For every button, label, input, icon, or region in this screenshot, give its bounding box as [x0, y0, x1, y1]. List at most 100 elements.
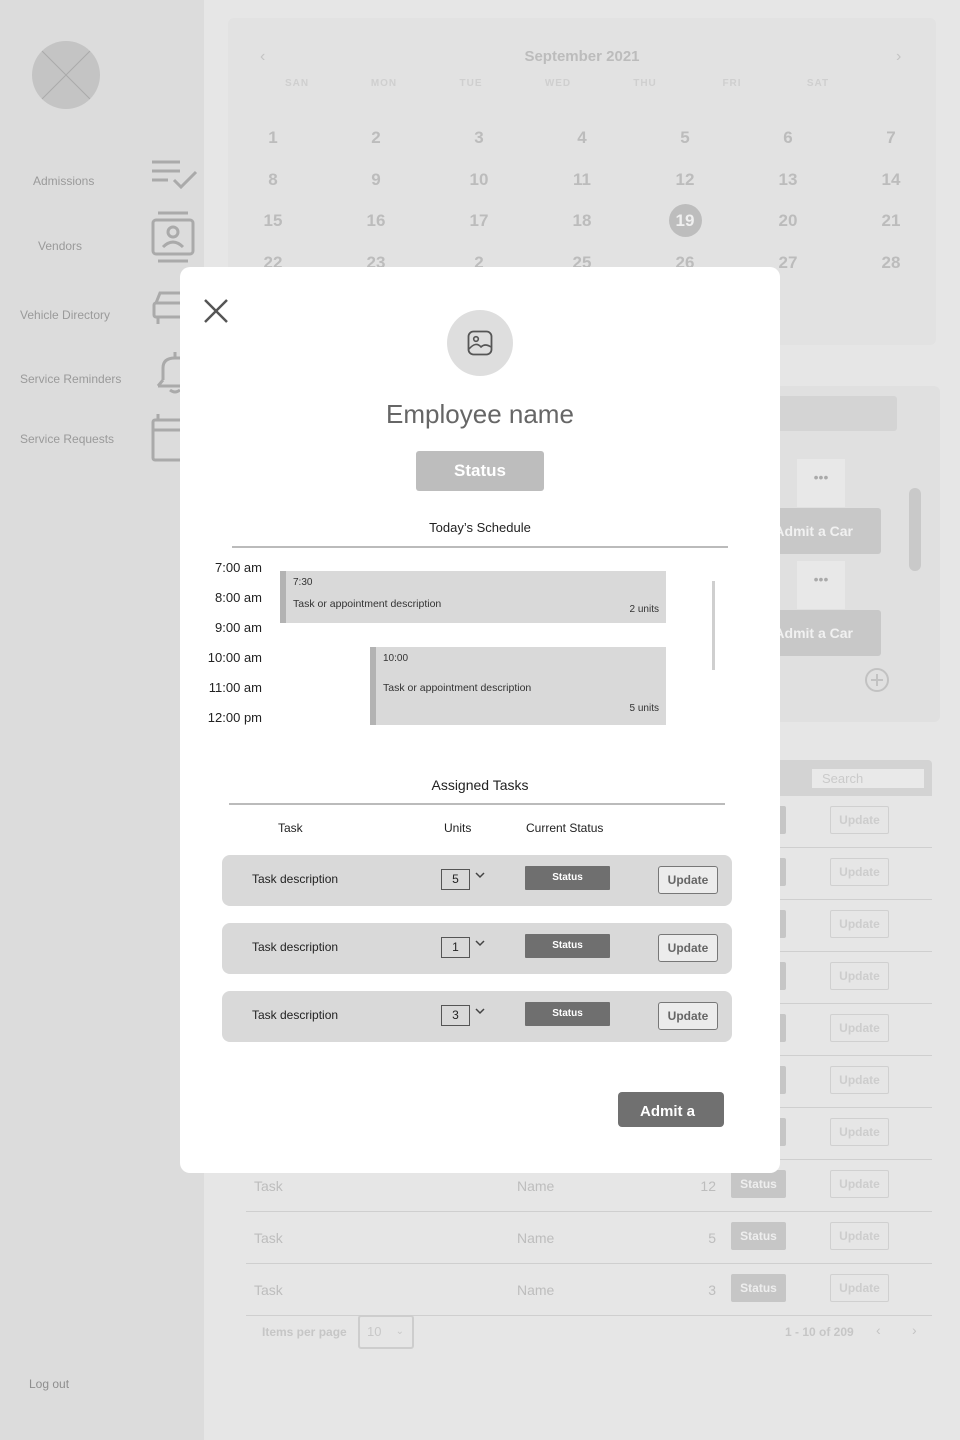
sidebar-item-vendors[interactable]: Vendors: [0, 211, 204, 275]
image-icon: [467, 330, 493, 356]
calendar-day[interactable]: 21: [871, 211, 911, 231]
update-button[interactable]: Update: [830, 1222, 889, 1250]
calendar-day[interactable]: 4: [562, 128, 602, 148]
sidebar-item-label: Admissions: [33, 174, 95, 188]
calendar-day[interactable]: 17: [459, 211, 499, 231]
name-cell: Name: [517, 1282, 555, 1298]
calendar-day[interactable]: 9: [356, 170, 396, 190]
column-header-status: Current Status: [526, 821, 604, 835]
schedule-time-label: 10:00 am: [207, 650, 262, 665]
calendar-day[interactable]: 20: [768, 211, 808, 231]
column-header-task: Task: [278, 821, 303, 835]
more-options-icon[interactable]: •••: [797, 561, 845, 609]
update-button[interactable]: Update: [830, 962, 889, 990]
column-header-units: Units: [444, 821, 472, 835]
update-button[interactable]: Update: [830, 1170, 889, 1198]
appointment-block[interactable]: 10:00 Task or appointment description 5 …: [370, 647, 666, 725]
update-button[interactable]: Update: [830, 1014, 889, 1042]
calendar-day[interactable]: 28: [871, 253, 911, 273]
calendar-day[interactable]: 15: [253, 211, 293, 231]
more-options-icon[interactable]: •••: [797, 459, 845, 507]
calendar-day[interactable]: 8: [253, 170, 293, 190]
employee-avatar: [447, 310, 513, 376]
items-per-page-label: Items per page: [262, 1325, 347, 1339]
update-button[interactable]: Update: [830, 1066, 889, 1094]
sidebar-item-service-reminders[interactable]: Service Reminders: [0, 350, 204, 410]
calendar-day[interactable]: 14: [871, 170, 911, 190]
schedule-title: Today’s Schedule: [429, 520, 531, 535]
items-per-page-select[interactable]: 10 ⌄: [358, 1315, 414, 1349]
calendar-day[interactable]: 3: [459, 128, 499, 148]
task-status-badge[interactable]: Status: [525, 934, 610, 958]
close-icon[interactable]: [203, 298, 229, 324]
calendar-day[interactable]: 7: [871, 128, 911, 148]
chevron-down-icon[interactable]: [474, 938, 486, 948]
calendar-weekday-label: THU: [633, 78, 657, 89]
update-button[interactable]: Update: [658, 866, 718, 894]
units-select[interactable]: 1: [441, 937, 470, 958]
task-row: Task description 1 Status Update: [222, 923, 732, 974]
sidebar-item-vehicle-directory[interactable]: Vehicle Directory: [0, 285, 204, 345]
calendar-day[interactable]: 2: [356, 128, 396, 148]
status-badge[interactable]: Status: [731, 1222, 786, 1250]
admit-button[interactable]: Admit a: [618, 1092, 724, 1127]
sidebar-item-service-requests[interactable]: Service Requests: [0, 410, 204, 470]
calendar-day[interactable]: 16: [356, 211, 396, 231]
update-button[interactable]: Update: [658, 1002, 718, 1030]
logout-link[interactable]: Log out: [29, 1377, 69, 1391]
appointment-units: 5 units: [629, 703, 659, 714]
employee-status-button[interactable]: Status: [416, 451, 544, 491]
calendar-day[interactable]: 6: [768, 128, 808, 148]
search-input[interactable]: Search: [812, 769, 924, 788]
calendar-day[interactable]: 18: [562, 211, 602, 231]
update-button[interactable]: Update: [830, 1274, 889, 1302]
name-cell: Name: [517, 1178, 555, 1194]
next-page-button[interactable]: ›: [912, 1322, 917, 1338]
schedule-scrollbar[interactable]: [712, 581, 715, 670]
calendar-weekday-label: WED: [544, 78, 572, 89]
units-cell: 5: [708, 1230, 716, 1246]
calendar-next-button[interactable]: ›: [896, 48, 901, 66]
user-avatar[interactable]: [32, 41, 100, 109]
task-description: Task description: [252, 872, 339, 886]
status-badge[interactable]: Status: [731, 1170, 786, 1198]
items-per-page-value: 10: [367, 1324, 382, 1339]
prev-page-button[interactable]: ‹: [876, 1322, 881, 1338]
calendar-day[interactable]: 5: [665, 128, 705, 148]
update-button[interactable]: Update: [830, 910, 889, 938]
update-button[interactable]: Update: [830, 806, 889, 834]
update-button[interactable]: Update: [830, 1118, 889, 1146]
status-badge[interactable]: Status: [731, 1274, 786, 1302]
calendar-weekday-label: MON: [370, 78, 398, 89]
chevron-down-icon[interactable]: [474, 1006, 486, 1016]
units-select[interactable]: 5: [441, 869, 470, 890]
schedule-time-label: 8:00 am: [215, 590, 262, 605]
calendar-day[interactable]: 11: [562, 170, 602, 190]
pagination-info: 1 - 10 of 209: [785, 1325, 854, 1339]
sidebar-item-label: Service Reminders: [20, 372, 122, 386]
schedule-time-label: 12:00 pm: [207, 710, 262, 725]
admit-panel-input[interactable]: [760, 396, 897, 431]
sidebar: Admissions Vendors Vehicle Directory Ser…: [0, 0, 204, 1440]
admit-panel-scrollbar[interactable]: [909, 488, 921, 571]
update-button[interactable]: Update: [830, 858, 889, 886]
update-button[interactable]: Update: [658, 934, 718, 962]
units-select[interactable]: 3: [441, 1005, 470, 1026]
task-status-badge[interactable]: Status: [525, 1002, 610, 1026]
calendar-weekday-label: FRI: [722, 78, 742, 89]
task-row: Task description 5 Status Update: [222, 855, 732, 906]
checklist-icon: [152, 160, 198, 190]
calendar-day[interactable]: 12: [665, 170, 705, 190]
task-cell: Task: [254, 1282, 283, 1298]
calendar-day[interactable]: 1: [253, 128, 293, 148]
appointment-time: 10:00: [383, 653, 409, 664]
calendar-day[interactable]: 19: [665, 211, 705, 231]
chevron-down-icon[interactable]: [474, 870, 486, 880]
calendar-day[interactable]: 13: [768, 170, 808, 190]
task-status-badge[interactable]: Status: [525, 866, 610, 890]
appointment-time: 7:30: [293, 577, 313, 588]
add-circle-icon[interactable]: [863, 666, 891, 694]
calendar-day[interactable]: 10: [459, 170, 499, 190]
appointment-block[interactable]: 7:30 Task or appointment description 2 u…: [280, 571, 666, 623]
sidebar-item-admissions[interactable]: Admissions: [0, 150, 204, 210]
